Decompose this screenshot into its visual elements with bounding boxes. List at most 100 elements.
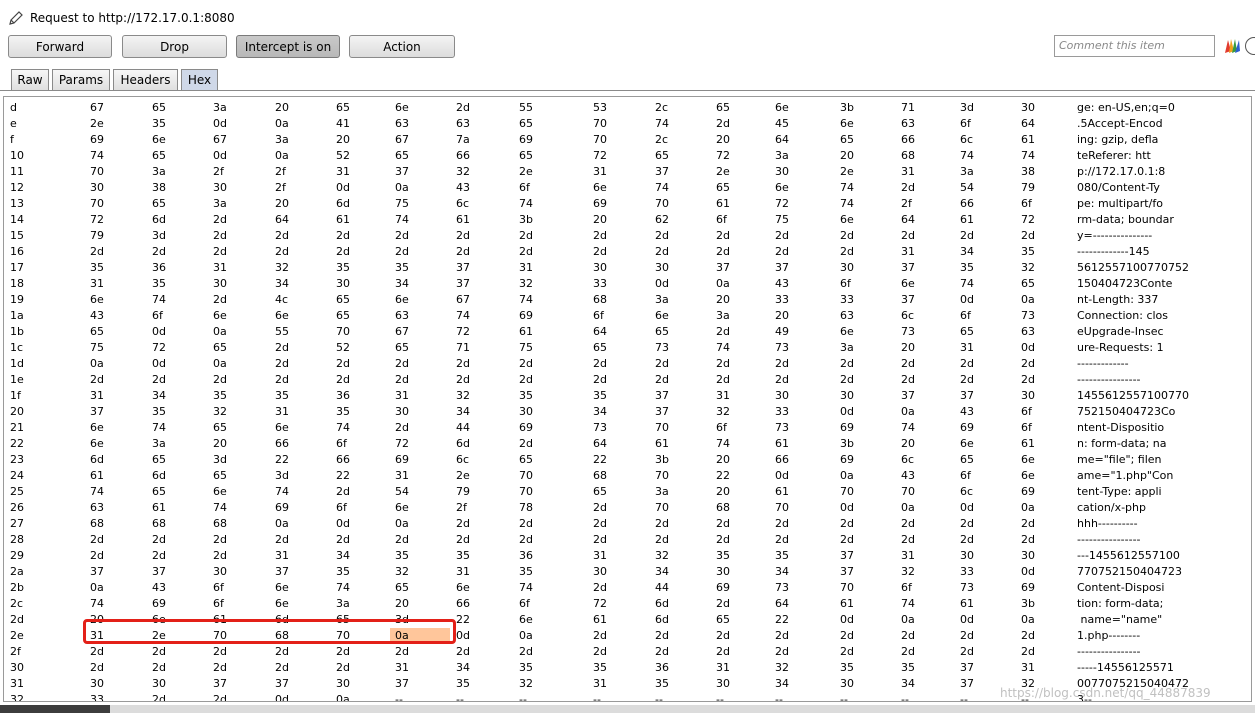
hex-byte-cell[interactable]: 69 — [835, 452, 895, 468]
table-row[interactable]: 20 37 35 32 31 35 30 34 30 34 37 32 33 0d 0a 43 6f 752150… — [4, 404, 1251, 420]
hex-byte-cell[interactable]: 33 — [588, 276, 648, 292]
hex-byte-cell[interactable]: 72 — [711, 148, 771, 164]
tab-headers[interactable]: Headers — [113, 69, 178, 91]
hex-byte-cell[interactable]: 6e — [85, 292, 145, 308]
hex-byte-cell[interactable]: 20 — [711, 452, 771, 468]
hex-byte-cell[interactable]: 6d — [147, 212, 207, 228]
hex-byte-cell[interactable]: 30 — [588, 260, 648, 276]
table-row[interactable]: 1d 0a 0d 0a 2d 2d 2d 2d 2d 2d 2d 2d 2d 2d 2d 2d 2d ------… — [4, 356, 1251, 372]
hex-byte-cell[interactable]: 20 — [896, 340, 956, 356]
hex-byte-cell[interactable]: 2d — [514, 356, 574, 372]
hex-byte-cell[interactable]: 6e — [270, 596, 330, 612]
hex-byte-cell[interactable]: 2d — [390, 532, 450, 548]
hex-byte-cell[interactable]: 31 — [390, 388, 450, 404]
tab-hex[interactable]: Hex — [181, 69, 218, 91]
hex-byte-cell[interactable]: 6e — [770, 180, 830, 196]
hex-byte-cell[interactable]: 22 — [270, 452, 330, 468]
hex-byte-cell[interactable]: 35 — [711, 548, 771, 564]
table-row[interactable]: 2b 0a 43 6f 6e 74 65 6e 74 2d 44 69 73 70 6f 73 69 Conten… — [4, 580, 1251, 596]
hex-byte-cell[interactable]: 2d — [270, 644, 330, 660]
hex-byte-cell[interactable]: 6f — [711, 420, 771, 436]
hex-byte-cell[interactable]: 30 — [711, 564, 771, 580]
hex-byte-cell[interactable]: 37 — [711, 260, 771, 276]
hex-byte-cell[interactable]: 2d — [650, 372, 710, 388]
selected-hex-byte-cell[interactable]: 0a — [390, 628, 450, 644]
hex-byte-cell[interactable]: 74 — [896, 596, 956, 612]
hex-byte-cell[interactable]: 35 — [270, 388, 330, 404]
hex-byte-cell[interactable]: 35 — [331, 564, 391, 580]
hex-byte-cell[interactable]: 61 — [955, 596, 1015, 612]
hex-byte-cell[interactable]: 6c — [896, 452, 956, 468]
hex-byte-cell[interactable]: 65 — [147, 484, 207, 500]
hex-byte-cell[interactable]: 66 — [451, 148, 511, 164]
hex-byte-cell[interactable]: 32 — [650, 548, 710, 564]
hex-byte-cell[interactable]: 0d — [835, 500, 895, 516]
hex-byte-cell[interactable]: 31 — [711, 388, 771, 404]
hex-byte-cell[interactable]: 31 — [270, 548, 330, 564]
ascii-cell[interactable]: ---------------- — [1077, 644, 1251, 660]
hex-byte-cell[interactable]: 70 — [85, 164, 145, 180]
ascii-cell[interactable]: 1.php-------- — [1077, 628, 1251, 644]
hex-byte-cell[interactable]: 35 — [331, 260, 391, 276]
ascii-cell[interactable]: ---------------- — [1077, 372, 1251, 388]
hex-byte-cell[interactable]: 2e — [711, 164, 771, 180]
hex-byte-cell[interactable]: 35 — [451, 676, 511, 692]
hex-byte-cell[interactable]: 2d — [270, 244, 330, 260]
hex-byte-cell[interactable]: 37 — [955, 388, 1015, 404]
hex-byte-cell[interactable]: 72 — [1016, 212, 1076, 228]
hex-byte-cell[interactable]: 69 — [588, 196, 648, 212]
hex-byte-cell[interactable]: 2d — [835, 516, 895, 532]
hex-byte-cell[interactable]: 74 — [147, 420, 207, 436]
hex-byte-cell[interactable]: 65 — [85, 324, 145, 340]
help-icon[interactable] — [1245, 37, 1255, 55]
hex-byte-cell[interactable]: 2d — [896, 516, 956, 532]
hex-byte-cell[interactable]: 30 — [208, 564, 268, 580]
hex-byte-cell[interactable]: 2d — [331, 356, 391, 372]
hex-byte-cell[interactable]: 70 — [588, 132, 648, 148]
hex-byte-cell[interactable]: 34 — [770, 676, 830, 692]
hex-byte-cell[interactable]: 37 — [896, 388, 956, 404]
ascii-cell[interactable]: p://172.17.0.1:8 — [1077, 164, 1251, 180]
hex-byte-cell[interactable]: 6f — [896, 580, 956, 596]
hex-byte-cell[interactable]: 2d — [514, 644, 574, 660]
hex-byte-cell[interactable]: 2d — [451, 516, 511, 532]
hex-byte-cell[interactable]: 74 — [331, 580, 391, 596]
hex-byte-cell[interactable]: 6e — [390, 292, 450, 308]
hex-byte-cell[interactable]: 2c — [650, 100, 710, 116]
table-row[interactable]: 24 61 6d 65 3d 22 31 2e 70 68 70 22 0d 0a 43 6f 6e ame="1… — [4, 468, 1251, 484]
hex-byte-cell[interactable]: 65 — [955, 324, 1015, 340]
hex-byte-cell[interactable]: 37 — [835, 548, 895, 564]
hex-byte-cell[interactable]: 35 — [147, 116, 207, 132]
hex-byte-cell[interactable]: 0d — [835, 404, 895, 420]
hex-byte-cell[interactable]: 2d — [147, 660, 207, 676]
hex-byte-cell[interactable]: -- — [835, 692, 895, 701]
hex-byte-cell[interactable]: 34 — [147, 388, 207, 404]
hex-byte-cell[interactable]: 38 — [1016, 164, 1076, 180]
hex-byte-cell[interactable]: 2d — [331, 660, 391, 676]
hex-byte-cell[interactable]: 30 — [835, 676, 895, 692]
hex-byte-cell[interactable]: 32 — [208, 404, 268, 420]
hex-byte-cell[interactable]: 34 — [451, 660, 511, 676]
highlight-color-icon[interactable] — [1222, 36, 1242, 56]
hex-byte-cell[interactable]: 37 — [835, 564, 895, 580]
hex-byte-cell[interactable]: 0a — [208, 356, 268, 372]
hex-byte-cell[interactable]: 2d — [208, 228, 268, 244]
hex-byte-cell[interactable]: 31 — [208, 260, 268, 276]
hex-byte-cell[interactable]: 31 — [1016, 660, 1076, 676]
hex-byte-cell[interactable]: 32 — [711, 404, 771, 420]
hex-byte-cell[interactable]: 37 — [85, 564, 145, 580]
hex-byte-cell[interactable]: 68 — [270, 628, 330, 644]
hex-byte-cell[interactable]: 3d — [270, 468, 330, 484]
hex-byte-cell[interactable]: 73 — [650, 340, 710, 356]
hex-byte-cell[interactable]: 61 — [1016, 436, 1076, 452]
hex-byte-cell[interactable]: 20 — [85, 612, 145, 628]
table-row[interactable]: 30 2d 2d 2d 2d 2d 31 34 35 35 36 31 32 35 35 37 31 -----1… — [4, 660, 1251, 676]
hex-byte-cell[interactable]: 73 — [770, 580, 830, 596]
ascii-cell[interactable]: ------------- — [1077, 356, 1251, 372]
table-row[interactable]: 26 63 61 74 69 6f 6e 2f 78 2d 70 68 70 0d 0a 0d 0a cation… — [4, 500, 1251, 516]
hex-byte-cell[interactable]: 71 — [896, 100, 956, 116]
hex-byte-cell[interactable]: 37 — [770, 260, 830, 276]
hex-byte-cell[interactable]: -- — [390, 692, 450, 701]
hex-byte-cell[interactable]: 35 — [770, 548, 830, 564]
hex-byte-cell[interactable]: 68 — [85, 516, 145, 532]
